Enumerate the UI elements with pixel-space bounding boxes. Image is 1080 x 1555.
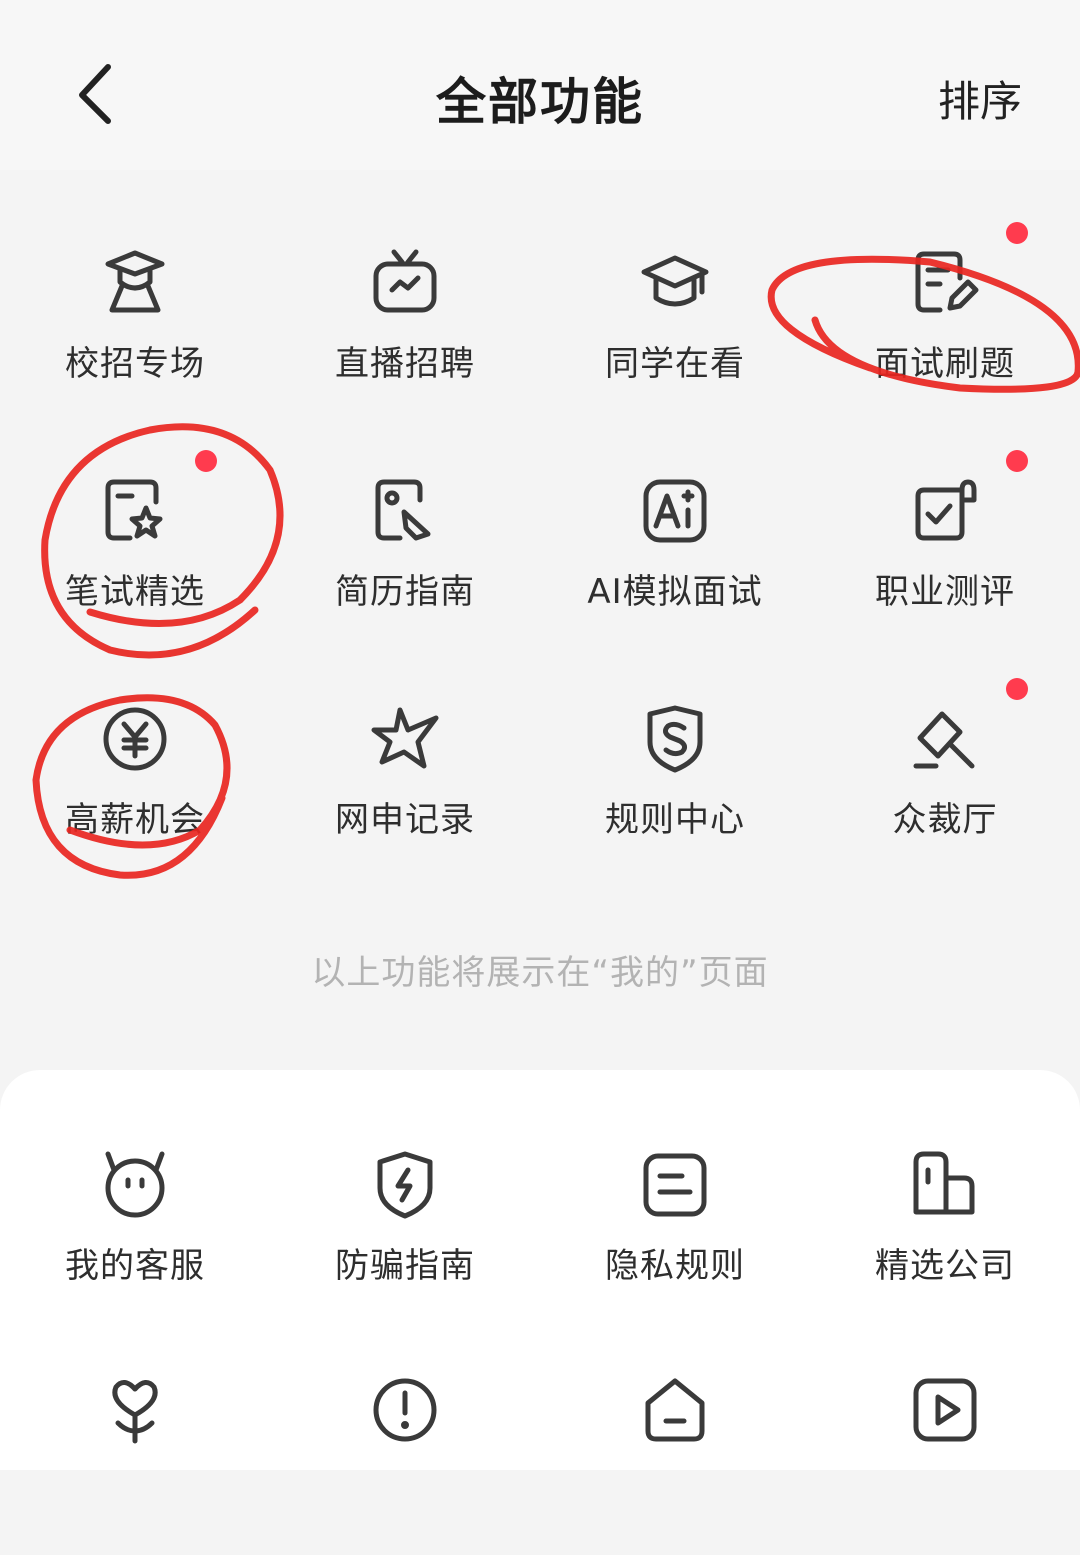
function-item-anti-fraud[interactable]: 防骗指南 — [270, 1150, 540, 1330]
heart-flower-icon — [100, 1375, 170, 1445]
sort-button[interactable]: 排序 — [938, 68, 1022, 129]
function-label: 防骗指南 — [335, 1246, 475, 1286]
more-functions-panel: 我的客服 防骗指南 隐私规则 精选公司 — [0, 1070, 1080, 1470]
function-label: 精选公司 — [875, 1246, 1015, 1286]
function-label: 众裁厅 — [892, 800, 998, 840]
function-item-classmates-viewing[interactable]: 同学在看 — [540, 248, 810, 428]
badge-dot — [1006, 450, 1028, 472]
function-item-written-test[interactable]: 笔试精选 — [0, 476, 270, 656]
function-item-more-1[interactable] — [0, 1375, 270, 1555]
function-item-ai-mock-interview[interactable]: AI模拟面试 — [540, 476, 810, 656]
function-item-high-salary[interactable]: 高薪机会 — [0, 704, 270, 884]
document-pen-icon — [370, 476, 440, 546]
function-label: AI模拟面试 — [587, 572, 763, 612]
graduate-icon — [100, 248, 170, 318]
function-item-featured-companies[interactable]: 精选公司 — [810, 1150, 1080, 1330]
function-item-more-4[interactable] — [810, 1375, 1080, 1555]
function-item-resume-guide[interactable]: 简历指南 — [270, 476, 540, 656]
building-icon — [910, 1150, 980, 1220]
document-lines-icon — [640, 1150, 710, 1220]
function-item-jury-hall[interactable]: 众裁厅 — [810, 704, 1080, 884]
function-item-more-3[interactable] — [540, 1375, 810, 1555]
function-label: 网申记录 — [335, 800, 475, 840]
ai-icon — [640, 476, 710, 546]
function-item-privacy-rules[interactable]: 隐私规则 — [540, 1150, 810, 1330]
section-hint: 以上功能将展示在“我的”页面 — [311, 953, 769, 993]
function-label: 隐私规则 — [605, 1246, 745, 1286]
badge-dot — [1006, 678, 1028, 700]
checklist-icon — [910, 476, 980, 546]
function-label: 我的客服 — [65, 1246, 205, 1286]
function-item-campus-recruit[interactable]: 校招专场 — [0, 248, 270, 428]
yuan-coin-icon — [100, 704, 170, 774]
badge-dot — [1006, 222, 1028, 244]
folder-star-icon — [100, 476, 170, 546]
shield-bolt-icon — [370, 1150, 440, 1220]
function-item-customer-service[interactable]: 我的客服 — [0, 1150, 270, 1330]
function-label: 同学在看 — [605, 344, 745, 384]
badge-dot — [195, 450, 217, 472]
top-bar: 全部功能 排序 — [0, 0, 1080, 170]
robot-face-icon — [100, 1150, 170, 1220]
shield-s-icon — [640, 704, 710, 774]
function-item-rules-center[interactable]: 规则中心 — [540, 704, 810, 884]
function-item-live-recruit[interactable]: 直播招聘 — [270, 248, 540, 428]
function-item-career-assessment[interactable]: 职业测评 — [810, 476, 1080, 656]
function-label: 直播招聘 — [335, 344, 475, 384]
gavel-icon — [910, 704, 980, 774]
function-label: 高薪机会 — [65, 800, 205, 840]
alert-circle-icon — [370, 1375, 440, 1445]
function-label: 职业测评 — [875, 572, 1015, 612]
function-label: 面试刷题 — [875, 344, 1015, 384]
graduation-cap-icon — [640, 248, 710, 318]
video-play-icon — [910, 1375, 980, 1445]
function-label: 校招专场 — [65, 344, 205, 384]
function-label: 规则中心 — [605, 800, 745, 840]
function-item-interview-practice[interactable]: 面试刷题 — [810, 248, 1080, 428]
home-icon — [640, 1375, 710, 1445]
function-item-more-2[interactable] — [270, 1375, 540, 1555]
page-title: 全部功能 — [436, 73, 644, 131]
function-label: 笔试精选 — [65, 572, 205, 612]
note-edit-icon — [910, 248, 980, 318]
tv-live-icon — [370, 248, 440, 318]
star-icon — [370, 704, 440, 774]
function-label: 简历指南 — [335, 572, 475, 612]
function-item-application-record[interactable]: 网申记录 — [270, 704, 540, 884]
